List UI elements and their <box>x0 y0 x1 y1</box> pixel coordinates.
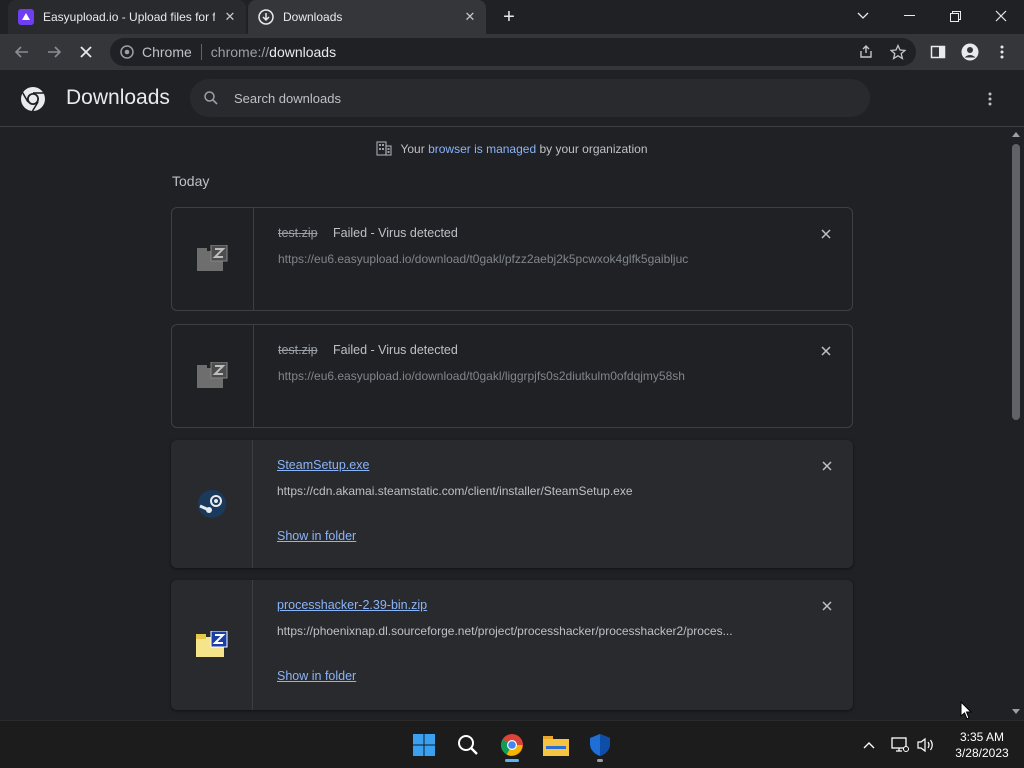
tab-easyupload[interactable]: Easyupload.io - Upload files for free ✕ <box>8 0 246 34</box>
search-box[interactable] <box>190 79 870 117</box>
bookmark-star-icon[interactable] <box>886 40 910 64</box>
zip-folder-icon <box>195 631 227 657</box>
building-icon <box>376 141 393 156</box>
search-icon <box>204 91 218 105</box>
easyupload-favicon-icon <box>18 9 34 25</box>
new-tab-button[interactable]: + <box>498 6 520 28</box>
shield-icon <box>590 734 610 756</box>
taskbar-defender-button[interactable] <box>584 729 616 762</box>
remove-from-list-icon[interactable] <box>818 226 834 242</box>
file-name: test.zip <box>278 343 318 357</box>
url-prefix: chrome:// <box>210 44 270 60</box>
file-name: test.zip <box>278 226 318 240</box>
remove-from-list-icon[interactable] <box>819 458 835 474</box>
search-input[interactable] <box>234 90 834 106</box>
chevron-up-icon <box>863 742 875 749</box>
show-in-folder-link[interactable]: Show in folder <box>277 529 356 543</box>
managed-suffix: by your organization <box>536 142 648 156</box>
taskbar-search-button[interactable] <box>452 729 484 761</box>
download-status: Failed - Virus detected <box>333 226 458 240</box>
date-section-label: Today <box>172 173 210 189</box>
download-item: processhacker-2.39-bin.zip https://phoen… <box>171 580 853 710</box>
download-item: test.zip Failed - Virus detected https:/… <box>171 207 853 311</box>
close-window-icon[interactable] <box>987 4 1015 28</box>
stop-icon <box>80 46 92 58</box>
close-tab-icon[interactable]: ✕ <box>462 9 478 25</box>
scheme-label: Chrome <box>142 44 192 60</box>
profile-avatar-icon[interactable] <box>958 40 982 64</box>
windows-taskbar: 3:35 AM 3/28/2023 <box>0 720 1024 768</box>
back-arrow-icon <box>14 46 28 58</box>
chrome-logo-icon <box>501 734 523 756</box>
steam-icon <box>197 490 226 518</box>
file-icon-column <box>171 580 253 710</box>
download-favicon-icon <box>258 9 274 25</box>
taskbar-chrome-button[interactable] <box>496 729 528 762</box>
running-app-indicator <box>597 759 603 762</box>
network-icon[interactable] <box>886 729 914 761</box>
system-clock[interactable]: 3:35 AM 3/28/2023 <box>944 729 1020 761</box>
download-url[interactable]: https://cdn.akamai.steamstatic.com/clien… <box>277 484 777 498</box>
tab-title: Downloads <box>283 10 343 24</box>
tab-search-icon[interactable] <box>849 4 877 28</box>
folder-icon <box>543 736 569 756</box>
separator <box>200 44 202 60</box>
clock-date: 3/28/2023 <box>955 746 1009 760</box>
restore-icon[interactable] <box>941 4 969 28</box>
download-url[interactable]: https://phoenixnap.dl.sourceforge.net/pr… <box>277 624 777 638</box>
tab-title: Easyupload.io - Upload files for free <box>43 10 215 24</box>
file-name-link[interactable]: processhacker-2.39-bin.zip <box>277 598 427 612</box>
download-item: test.zip Failed - Virus detected https:/… <box>171 324 853 428</box>
page-title: Downloads <box>66 86 170 109</box>
managed-prefix: Your <box>400 142 429 156</box>
url-path: downloads <box>269 44 337 60</box>
tab-downloads[interactable]: Downloads ✕ <box>248 0 486 34</box>
scrollbar[interactable] <box>1008 127 1024 720</box>
search-icon <box>458 735 478 755</box>
tab-strip: Easyupload.io - Upload files for free ✕ … <box>0 0 1024 34</box>
back-button[interactable] <box>10 40 34 64</box>
download-url[interactable]: https://eu6.easyupload.io/download/t0gak… <box>278 369 778 383</box>
browser-managed-link[interactable]: browser is managed <box>428 142 536 156</box>
taskbar-explorer-button[interactable] <box>540 729 572 761</box>
show-hidden-icons-button[interactable] <box>853 729 885 761</box>
clock-time: 3:35 AM <box>959 730 1005 744</box>
more-actions-icon[interactable] <box>984 90 996 108</box>
scroll-up-icon[interactable] <box>1012 132 1020 137</box>
zip-file-icon <box>196 245 227 271</box>
download-url[interactable]: https://eu6.easyupload.io/download/t0gak… <box>278 252 778 266</box>
start-button[interactable] <box>408 729 440 761</box>
downloads-list: Your browser is managed by your organiza… <box>0 127 1008 720</box>
close-tab-icon[interactable]: ✕ <box>222 9 238 25</box>
scrollbar-thumb[interactable] <box>1012 144 1020 420</box>
download-item: SteamSetup.exe https://cdn.akamai.steams… <box>171 440 853 568</box>
managed-notice: Your browser is managed by your organiza… <box>0 141 1008 156</box>
remove-from-list-icon[interactable] <box>819 598 835 614</box>
windows-logo-icon <box>413 734 435 756</box>
file-name-link[interactable]: SteamSetup.exe <box>277 458 369 472</box>
active-app-indicator <box>505 759 519 762</box>
download-status: Failed - Virus detected <box>333 343 458 357</box>
volume-icon[interactable] <box>912 729 940 761</box>
chrome-menu-icon[interactable] <box>990 40 1014 64</box>
share-icon[interactable] <box>854 40 878 64</box>
forward-arrow-icon <box>48 46 62 58</box>
remove-from-list-icon[interactable] <box>818 343 834 359</box>
mouse-cursor-icon <box>960 701 972 720</box>
side-panel-icon[interactable] <box>926 40 950 64</box>
browser-toolbar: Chrome chrome:// downloads <box>0 34 1024 70</box>
downloads-header: Downloads <box>0 70 1024 127</box>
address-bar[interactable]: Chrome chrome:// downloads <box>110 38 916 66</box>
stop-loading-button[interactable] <box>74 40 98 64</box>
scroll-down-icon[interactable] <box>1012 709 1020 714</box>
file-icon-column <box>171 440 253 568</box>
chrome-logo-icon <box>21 87 45 112</box>
file-icon-column <box>172 208 254 310</box>
zip-file-icon <box>196 362 227 388</box>
file-icon-column <box>172 325 254 427</box>
chrome-icon <box>120 45 134 59</box>
minimize-icon[interactable] <box>895 4 923 28</box>
forward-button[interactable] <box>42 40 66 64</box>
show-in-folder-link[interactable]: Show in folder <box>277 669 356 683</box>
